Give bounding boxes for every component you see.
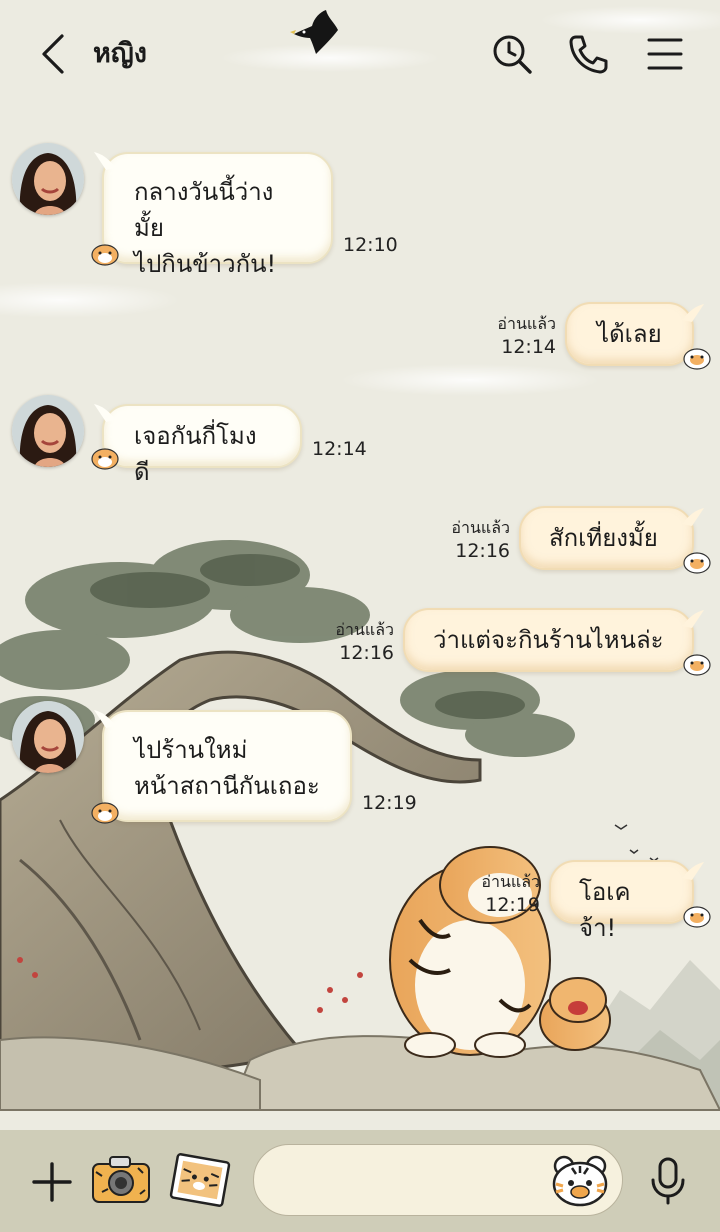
message-text: ไปร้านใหม่ หน้าสถานีกันเถอะ bbox=[134, 736, 320, 800]
menu-button[interactable] bbox=[644, 32, 688, 76]
call-button[interactable] bbox=[566, 32, 610, 76]
message-time: 12:19 bbox=[485, 894, 540, 916]
message-bubble-outgoing[interactable]: สักเที่ยงมั้ย bbox=[519, 506, 711, 574]
message-bubble-outgoing[interactable]: ได้เลย bbox=[565, 302, 711, 370]
message-bubble-incoming[interactable]: กลางวันนี้ว่างมั้ย ไปกินข้าวกัน! bbox=[91, 152, 333, 278]
composer-bar bbox=[0, 1130, 720, 1232]
search-history-button[interactable] bbox=[490, 32, 534, 76]
microphone-icon bbox=[651, 1157, 685, 1205]
chat-header: หญิง bbox=[0, 0, 720, 108]
avatar[interactable] bbox=[12, 395, 84, 467]
photo-icon bbox=[169, 1153, 231, 1207]
tiger-sticker-icon bbox=[91, 244, 119, 266]
voice-button[interactable] bbox=[648, 1156, 688, 1206]
message-text: ได้เลย bbox=[597, 320, 662, 348]
avatar[interactable] bbox=[12, 143, 84, 215]
message-bubble-outgoing[interactable]: โอเคจ้า! bbox=[549, 860, 711, 942]
message-time: 12:19 bbox=[362, 792, 417, 814]
clock-search-icon bbox=[493, 35, 532, 74]
bubble-tail bbox=[682, 304, 704, 322]
camera-button[interactable] bbox=[90, 1152, 152, 1208]
avatar-image bbox=[12, 143, 84, 215]
tiger-sticker-icon bbox=[683, 906, 711, 928]
camera-icon bbox=[92, 1156, 150, 1203]
bubble-tail bbox=[682, 610, 704, 628]
message-time: 12:10 bbox=[343, 234, 398, 256]
tiger-sticker-icon bbox=[683, 654, 711, 676]
bubble-tail bbox=[94, 710, 116, 728]
menu-icon bbox=[647, 38, 683, 70]
message-bubble-incoming[interactable]: ไปร้านใหม่ หน้าสถานีกันเถอะ bbox=[91, 710, 352, 824]
bubble-tail bbox=[94, 404, 116, 422]
tiger-sticker-icon bbox=[91, 802, 119, 824]
photo-button[interactable] bbox=[168, 1150, 232, 1210]
bubble-tail bbox=[682, 508, 704, 526]
message-time: 12:16 bbox=[455, 540, 510, 562]
read-receipt: อ่านแล้ว bbox=[335, 620, 394, 639]
message-time: 12:16 bbox=[339, 642, 394, 664]
message-text: สักเที่ยงมั้ย bbox=[549, 524, 658, 552]
message-text: โอเคจ้า! bbox=[579, 878, 631, 942]
read-receipt: อ่านแล้ว bbox=[497, 314, 556, 333]
plus-icon bbox=[32, 1162, 72, 1202]
read-receipt: อ่านแล้ว bbox=[451, 518, 510, 537]
chevron-left-icon bbox=[42, 34, 64, 74]
bubble-tail bbox=[94, 152, 116, 170]
tiger-sticker-icon bbox=[683, 552, 711, 574]
message-bubble-incoming[interactable]: เจอกันกี่โมงดี bbox=[91, 404, 302, 486]
read-receipt: อ่านแล้ว bbox=[481, 872, 540, 891]
tiger-sticker-icon bbox=[683, 348, 711, 370]
crow-icon bbox=[290, 10, 338, 54]
message-time: 12:14 bbox=[501, 336, 556, 358]
sticker-button[interactable] bbox=[550, 1154, 610, 1208]
add-button[interactable] bbox=[28, 1158, 76, 1206]
message-text: เจอกันกี่โมงดี bbox=[134, 422, 257, 486]
message-time: 12:14 bbox=[312, 438, 367, 460]
message-text: ว่าแต่จะกินร้านไหนล่ะ bbox=[433, 626, 664, 654]
back-button[interactable] bbox=[34, 32, 74, 76]
message-bubble-outgoing[interactable]: ว่าแต่จะกินร้านไหนล่ะ bbox=[403, 608, 711, 676]
chat-title: หญิง bbox=[93, 38, 147, 69]
tiger-sticker-icon bbox=[552, 1155, 608, 1207]
tiger-sticker-icon bbox=[91, 448, 119, 470]
avatar-image bbox=[12, 701, 84, 773]
message-text: กลางวันนี้ว่างมั้ย ไปกินข้าวกัน! bbox=[134, 178, 277, 278]
avatar[interactable] bbox=[12, 701, 84, 773]
phone-icon bbox=[569, 35, 608, 74]
bubble-tail bbox=[682, 862, 704, 880]
avatar-image bbox=[12, 395, 84, 467]
